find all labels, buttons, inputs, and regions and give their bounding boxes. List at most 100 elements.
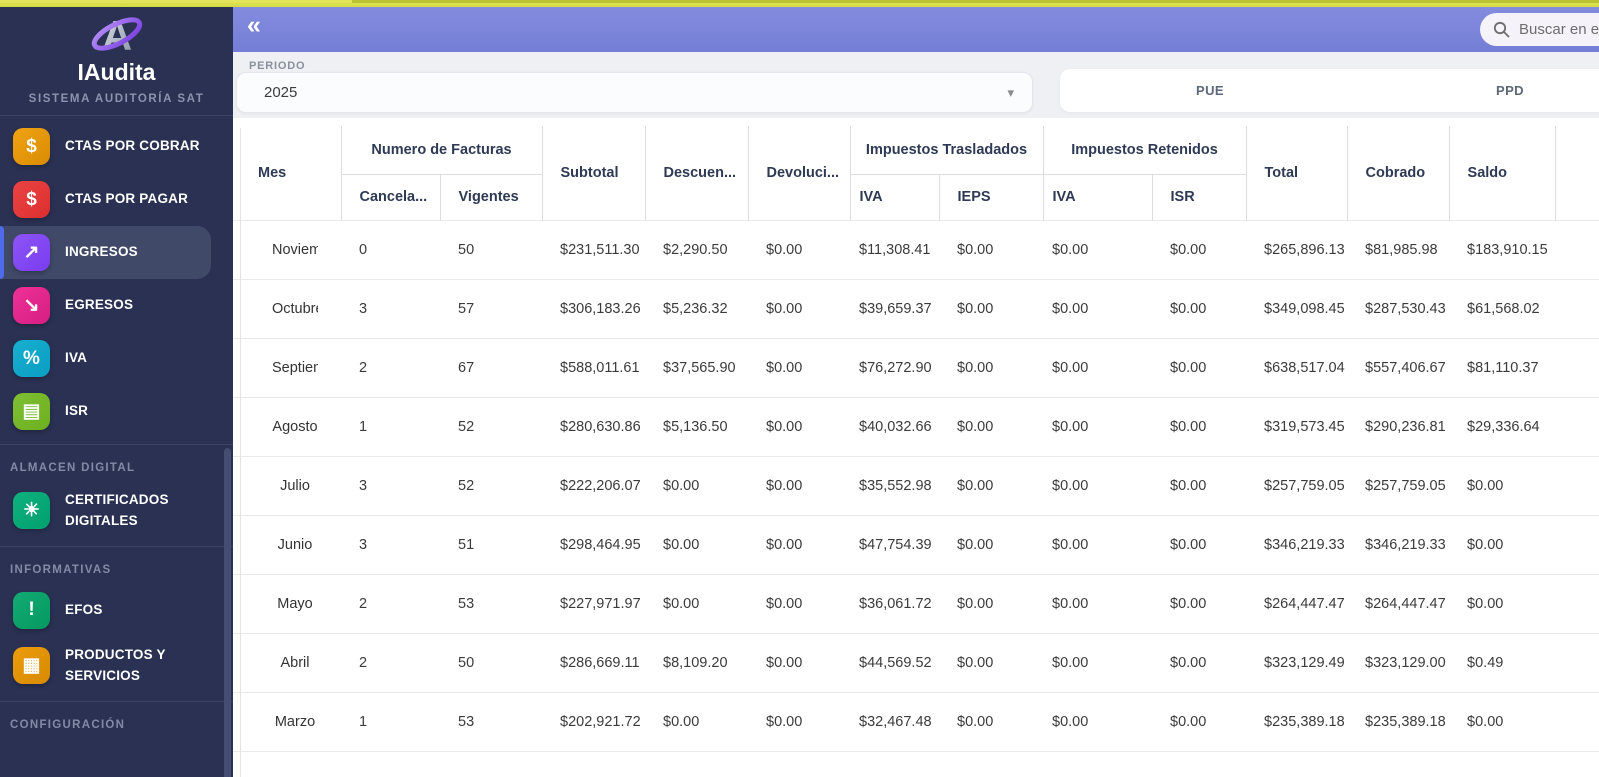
main-area: « PERIODO 2025 ▾ PUE PPD	[233, 7, 1599, 777]
sidebar-item-efos[interactable]: ! EFOS	[0, 588, 233, 633]
cell-empty	[1555, 691, 1599, 751]
table-row[interactable]: Noviembre050$231,511.30$2,290.50$0.00$11…	[233, 219, 1599, 279]
cell-empty	[1555, 219, 1599, 279]
column-header-devoluciones[interactable]: Devoluci...	[748, 126, 851, 220]
cell-total: $349,098.45	[1246, 278, 1348, 338]
sidebar-collapse-button[interactable]: «	[247, 11, 261, 40]
sidebar-scrollbar-thumb[interactable]	[224, 448, 231, 777]
cell-isr: $0.00	[1152, 455, 1247, 515]
cell-subtotal: $222,206.07	[542, 455, 645, 515]
cell-iva_trasladado: $32,467.48	[850, 691, 939, 751]
cell-cobrado: $257,759.05	[1347, 455, 1450, 515]
search-box[interactable]	[1480, 13, 1599, 46]
cell-cobrado: $290,236.81	[1347, 396, 1450, 456]
month-label: Octubre	[272, 300, 318, 317]
cell-mes: Junio	[233, 514, 341, 574]
sidebar-item-ctas-por-pagar[interactable]: $ CTAS POR PAGAR	[0, 177, 233, 222]
hand-dollar-icon: $	[13, 128, 50, 165]
cell-mes: Abril	[233, 632, 341, 692]
month-label: Agosto	[272, 418, 318, 435]
cell-descuentos: $2,290.50	[645, 219, 748, 279]
table-row[interactable]: Octubre357$306,183.26$5,236.32$0.00$39,6…	[233, 278, 1599, 338]
cell-iva_retenido: $0.00	[1043, 514, 1153, 574]
cell-cobrado: $235,389.18	[1347, 691, 1450, 751]
cell-cancelados: 2	[341, 573, 440, 633]
column-header-total[interactable]: Total	[1246, 126, 1348, 220]
column-header-ieps[interactable]: IEPS	[939, 174, 1044, 220]
table-header: Mes Numero de Facturas Subtotal Descuen.…	[233, 126, 1599, 220]
sidebar-item-label: CERTIFICADOS DIGITALES	[65, 492, 169, 528]
cell-cancelados: 2	[341, 632, 440, 692]
cell-devoluciones: $0.00	[748, 219, 850, 279]
cell-descuentos: $0.00	[645, 691, 748, 751]
ppd-button[interactable]: PPD	[1360, 69, 1599, 112]
table-row[interactable]: Septiembre267$588,011.61$37,565.90$0.00$…	[233, 337, 1599, 397]
cell-total: $638,517.04	[1246, 337, 1348, 397]
cell-iva_retenido: $0.00	[1043, 691, 1153, 751]
column-header-isr[interactable]: ISR	[1152, 174, 1247, 220]
cell-ieps: $0.00	[939, 514, 1044, 574]
cell-empty	[645, 750, 748, 777]
cell-devoluciones: $0.00	[748, 455, 850, 515]
column-header-descuentos[interactable]: Descuen...	[645, 126, 749, 220]
cell-iva_retenido: $0.00	[1043, 219, 1153, 279]
sidebar-item-ingresos[interactable]: ↗ INGRESOS	[0, 226, 233, 279]
column-header-mes[interactable]: Mes	[233, 126, 342, 220]
cell-devoluciones: $0.00	[748, 514, 850, 574]
periodo-select[interactable]: 2025 ▾	[236, 72, 1033, 113]
month-label: Mayo	[277, 595, 313, 612]
table-row[interactable]: Junio 3 51 $298,464.95 $0.00 $0.00 $47,754.39 $…	[233, 514, 1599, 574]
ingresos-table: Mes Numero de Facturas Subtotal Descuen.…	[233, 126, 1599, 777]
sidebar-item-label: EFOS	[65, 601, 103, 617]
cell-saldo: $0.00	[1449, 691, 1556, 751]
column-header-vigentes[interactable]: Vigentes	[440, 174, 543, 220]
column-header-saldo[interactable]: Saldo	[1449, 126, 1556, 220]
column-header-cobrado[interactable]: Cobrado	[1347, 126, 1450, 220]
table-row[interactable]: Marzo 1 53 $202,921.72 $0.00 $0.00 $32,467.48 $…	[233, 691, 1599, 751]
cell-empty	[1555, 337, 1599, 397]
cell-cobrado: $287,530.43	[1347, 278, 1450, 338]
cell-iva_trasladado: $47,754.39	[850, 514, 939, 574]
trend-down-icon: ↘	[13, 287, 50, 324]
sidebar-item-productos-y-servicios[interactable]: ▦ PRODUCTOS Y SERVICIOS	[0, 641, 233, 691]
column-group-impuestos-retenidos: Impuestos Retenidos	[1043, 126, 1247, 175]
search-input[interactable]	[1519, 21, 1599, 38]
cell-devoluciones: $0.00	[748, 573, 850, 633]
table-row[interactable]: Mayo 2 53 $227,971.97 $0.00 $0.00 $36,061.72 $0…	[233, 573, 1599, 633]
column-header-subtotal[interactable]: Subtotal	[542, 126, 646, 220]
cell-mes: Septiembre	[233, 337, 341, 397]
sidebar-item-isr[interactable]: ▤ ISR	[0, 389, 233, 434]
cell-iva_trasladado: $39,659.37	[850, 278, 939, 338]
column-header-iva-retenido[interactable]: IVA	[1043, 174, 1153, 220]
top-accent-bar	[0, 0, 1599, 7]
cell-total: $323,129.49	[1246, 632, 1348, 692]
cell-empty	[1449, 750, 1556, 777]
table-row[interactable]: Abril 2 50 $286,669.11 $8,109.20 $0.00 $44,569…	[233, 632, 1599, 692]
cell-cobrado: $323,129.00	[1347, 632, 1450, 692]
cell-isr: $0.00	[1152, 337, 1247, 397]
cell-cancelados: 0	[341, 219, 440, 279]
pue-button[interactable]: PUE	[1060, 69, 1360, 112]
cell-cancelados: 2	[341, 337, 440, 397]
cell-iva_retenido: $0.00	[1043, 337, 1153, 397]
cell-iva_trasladado: $76,272.90	[850, 337, 939, 397]
table-left-divider	[240, 128, 241, 777]
column-header-iva-trasladado[interactable]: IVA	[850, 174, 940, 220]
receipt-icon: ▤	[13, 393, 50, 430]
sidebar-item-iva[interactable]: % IVA	[0, 336, 233, 381]
cell-vigentes: 51	[440, 514, 542, 574]
cell-devoluciones: $0.00	[748, 337, 850, 397]
cell-subtotal: $298,464.95	[542, 514, 645, 574]
cell-devoluciones: $0.00	[748, 632, 850, 692]
cell-empty	[1246, 750, 1348, 777]
table-row[interactable]: Julio 3 52 $222,206.07 $0.00 $0.00 $35,552.98 $…	[233, 455, 1599, 515]
column-header-cancelados[interactable]: Cancela...	[341, 174, 441, 220]
cell-isr: $0.00	[1152, 278, 1247, 338]
cell-devoluciones: $0.00	[748, 691, 850, 751]
sidebar-item-egresos[interactable]: ↘ EGRESOS	[0, 283, 233, 328]
table-row[interactable]: Agosto 1 52 $280,630.86 $5,136.50 $0.00 $40,03…	[233, 396, 1599, 456]
sidebar-item-certificados-digitales[interactable]: ☀ CERTIFICADOS DIGITALES	[0, 486, 233, 536]
sidebar-item-ctas-por-cobrar[interactable]: $ CTAS POR COBRAR	[0, 124, 233, 169]
boxes-icon: ▦	[13, 647, 50, 685]
ingresos-table-card: Mes Numero de Facturas Subtotal Descuen.…	[233, 118, 1599, 777]
